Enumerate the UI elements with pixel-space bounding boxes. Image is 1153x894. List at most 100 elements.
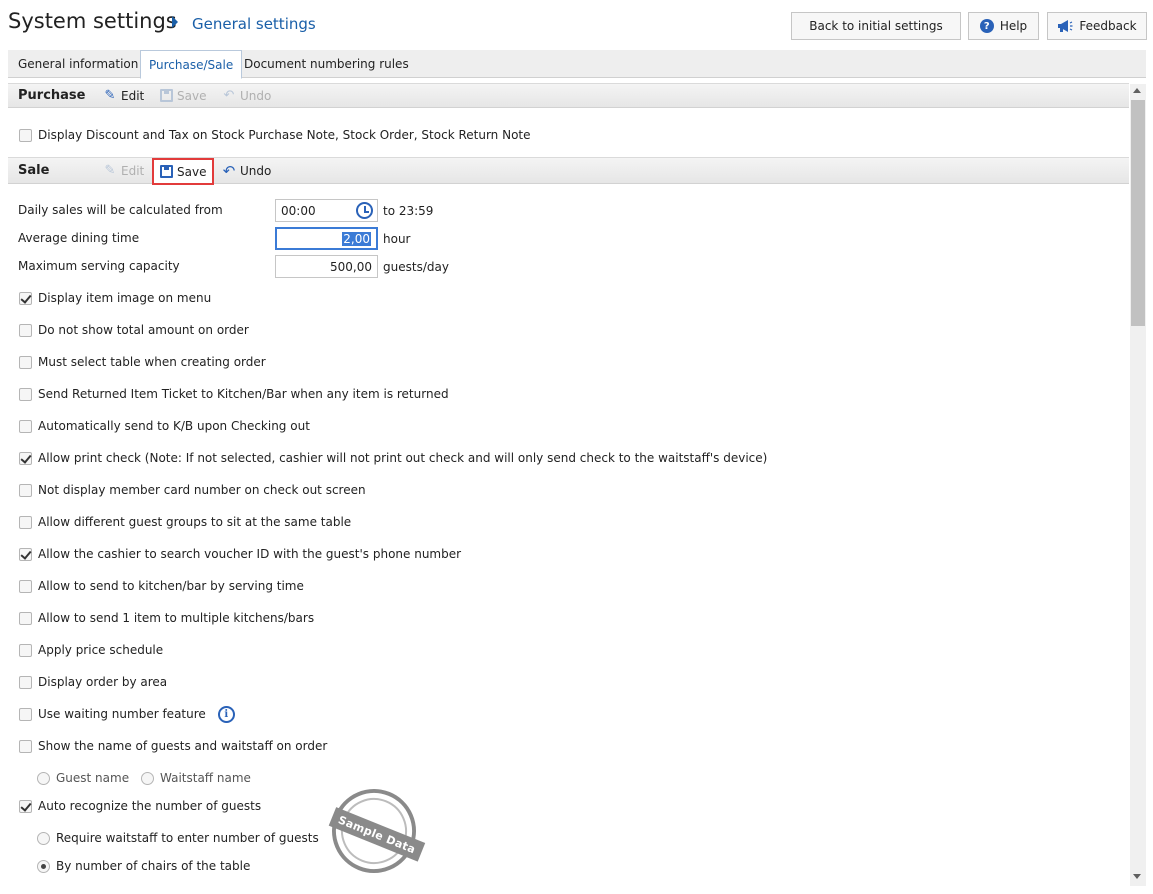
scroll-up-arrow-icon[interactable] (1133, 88, 1141, 93)
help-button-label: Help (999, 19, 1028, 33)
megaphone-icon (1058, 20, 1073, 32)
checkbox[interactable] (19, 419, 32, 433)
option-must-select-table[interactable]: Must select table when creating order (19, 353, 266, 371)
option-send-returned-ticket[interactable]: Send Returned Item Ticket to Kitchen/Bar… (19, 385, 449, 403)
purchase-section-title: Purchase (18, 88, 86, 103)
sale-save-button[interactable]: Save (152, 158, 215, 185)
option-waiting-number[interactable]: Use waiting number feature i (19, 705, 235, 723)
page-title: System settings (8, 9, 177, 33)
tab-document-numbering-rules[interactable]: Document numbering rules (236, 50, 417, 78)
radio-button[interactable] (37, 831, 50, 845)
checkbox[interactable] (19, 291, 32, 305)
option-hide-member-card[interactable]: Not display member card number on check … (19, 481, 366, 499)
purchase-undo-button[interactable]: ↶ Undo (222, 85, 272, 107)
radio-label: Guest name (56, 771, 130, 785)
option-label: Send Returned Item Ticket to Kitchen/Bar… (38, 387, 449, 401)
option-auto-recognize-guests[interactable]: Auto recognize the number of guests (19, 797, 261, 815)
checkbox[interactable] (19, 323, 32, 337)
maximum-serving-capacity-value: 500,00 (330, 259, 372, 274)
daily-sales-label: Daily sales will be calculated from (18, 203, 223, 217)
radio-button[interactable] (141, 771, 154, 785)
option-apply-price-schedule[interactable]: Apply price schedule (19, 641, 163, 659)
back-button-label: Back to initial settings (809, 19, 943, 33)
clock-reset-icon[interactable] (356, 202, 373, 219)
option-auto-send-kb-checkout[interactable]: Automatically send to K/B upon Checking … (19, 417, 310, 435)
radio-waitstaff-name[interactable]: Waitstaff name (141, 769, 251, 787)
option-label: Not display member card number on check … (38, 483, 366, 497)
radio-guest-name[interactable]: Guest name (37, 769, 129, 787)
radio-require-guest-count[interactable]: Require waitstaff to enter number of gue… (37, 829, 319, 847)
purchase-undo-label: Undo (240, 88, 272, 103)
average-dining-time-input[interactable]: 2,00 (275, 227, 378, 250)
option-send-by-serving-time[interactable]: Allow to send to kitchen/bar by serving … (19, 577, 304, 595)
option-label: Use waiting number feature (38, 707, 206, 721)
radio-button[interactable] (37, 771, 50, 785)
checkbox[interactable] (19, 611, 32, 625)
checkbox[interactable] (19, 739, 32, 753)
feedback-button[interactable]: Feedback (1047, 12, 1147, 40)
daily-sales-to-label: to 23:59 (383, 204, 434, 218)
scroll-down-arrow-icon[interactable] (1133, 874, 1141, 879)
option-label: Allow print check (Note: If not selected… (38, 451, 768, 465)
maximum-serving-capacity-input[interactable]: 500,00 (275, 255, 378, 278)
option-label: Allow to send 1 item to multiple kitchen… (38, 611, 315, 625)
daily-sales-from-value: 00:00 (281, 203, 316, 218)
option-label: Display Discount and Tax on Stock Purcha… (38, 128, 531, 142)
checkbox[interactable] (19, 451, 32, 465)
purchase-save-button[interactable]: Save (160, 85, 206, 107)
option-label: Allow to send to kitchen/bar by serving … (38, 579, 304, 593)
sale-save-label: Save (177, 164, 207, 179)
edit-icon: ✎ (104, 87, 116, 103)
radio-label: Waitstaff name (160, 771, 251, 785)
checkbox[interactable] (19, 515, 32, 529)
option-label: Allow different guest groups to sit at t… (38, 515, 352, 529)
option-display-item-image[interactable]: Display item image on menu (19, 289, 211, 307)
option-show-guest-waitstaff-names[interactable]: Show the name of guests and waitstaff on… (19, 737, 327, 755)
daily-sales-from-input[interactable]: 00:00 (275, 199, 378, 222)
purchase-edit-button[interactable]: ✎ Edit (103, 85, 145, 107)
save-icon (160, 165, 173, 178)
checkbox[interactable] (19, 387, 32, 401)
option-label: Apply price schedule (38, 643, 164, 657)
sale-undo-button[interactable]: ↶ Undo (222, 160, 272, 182)
sale-undo-label: Undo (240, 163, 272, 178)
sale-edit-label: Edit (121, 163, 145, 178)
scrollbar-thumb[interactable] (1131, 100, 1145, 326)
radio-button[interactable] (37, 859, 50, 873)
purchase-option-discount-tax[interactable]: Display Discount and Tax on Stock Purcha… (19, 126, 531, 144)
maximum-serving-capacity-label: Maximum serving capacity (18, 259, 180, 273)
option-search-voucher-phone[interactable]: Allow the cashier to search voucher ID w… (19, 545, 461, 563)
undo-icon: ↶ (223, 87, 235, 103)
feedback-button-label: Feedback (1079, 19, 1137, 33)
breadcrumb-general-settings[interactable]: General settings (192, 15, 316, 33)
checkbox[interactable] (19, 579, 32, 593)
checkbox[interactable] (19, 675, 32, 689)
option-send-multiple-kitchens[interactable]: Allow to send 1 item to multiple kitchen… (19, 609, 314, 627)
tab-general-information[interactable]: General information (10, 50, 146, 78)
radio-by-chairs[interactable]: By number of chairs of the table (37, 857, 250, 875)
average-dining-time-unit: hour (383, 232, 411, 246)
option-label: Display item image on menu (38, 291, 212, 305)
info-icon[interactable]: i (217, 705, 235, 723)
radio-label: By number of chairs of the table (56, 859, 251, 873)
checkbox[interactable] (19, 707, 32, 721)
average-dining-time-label: Average dining time (18, 231, 140, 245)
option-display-order-by-area[interactable]: Display order by area (19, 673, 167, 691)
checkbox[interactable] (19, 643, 32, 657)
checkbox[interactable] (19, 355, 32, 369)
purchase-section-toolbar: Purchase ✎ Edit Save ↶ Undo (8, 83, 1129, 108)
tab-purchase-sale[interactable]: Purchase/Sale (140, 50, 243, 79)
checkbox[interactable] (19, 799, 32, 813)
checkbox[interactable] (19, 483, 32, 497)
option-hide-total-amount[interactable]: Do not show total amount on order (19, 321, 249, 339)
checkbox[interactable] (19, 128, 32, 142)
option-allow-print-check[interactable]: Allow print check (Note: If not selected… (19, 449, 767, 467)
help-button[interactable]: ? Help (968, 12, 1039, 40)
checkbox[interactable] (19, 547, 32, 561)
breadcrumb-arrow-icon (172, 16, 178, 28)
page-header: System settings General settings Back to… (0, 0, 1153, 50)
option-share-table[interactable]: Allow different guest groups to sit at t… (19, 513, 351, 531)
option-label: Allow the cashier to search voucher ID w… (38, 547, 462, 561)
back-to-initial-settings-button[interactable]: Back to initial settings (791, 12, 961, 40)
sale-edit-button[interactable]: ✎ Edit (103, 160, 145, 182)
